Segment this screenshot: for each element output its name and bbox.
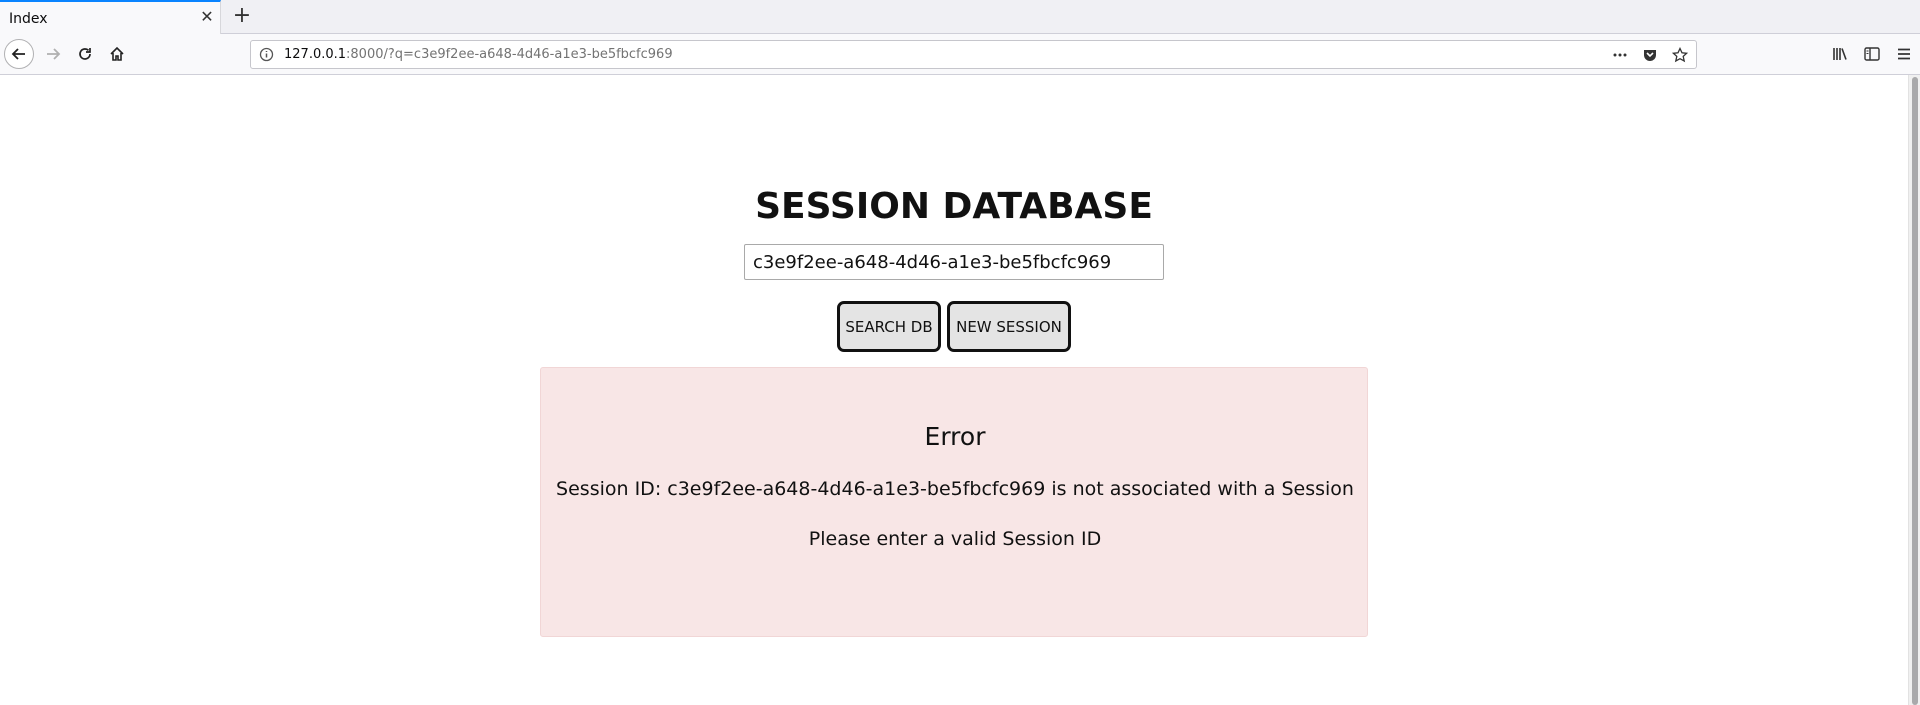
error-hint: Please enter a valid Session ID (808, 528, 1102, 550)
session-id-input[interactable] (744, 244, 1164, 280)
page-title: SESSION DATABASE (755, 186, 1153, 227)
error-heading: Error (924, 422, 986, 451)
url-actions (1610, 45, 1690, 65)
close-tab-icon[interactable]: ✕ (198, 8, 216, 26)
reload-icon[interactable] (70, 39, 100, 69)
url-host: 127.0.0.1 (284, 47, 347, 62)
sidebar-icon[interactable] (1856, 39, 1888, 69)
menu-icon[interactable] (1888, 39, 1920, 69)
error-panel: Error Session ID: c3e9f2ee-a648-4d46-a1e… (540, 367, 1368, 637)
tab-bar: Index ✕ + (0, 0, 1920, 34)
url-path: :8000/?q=c3e9f2ee-a648-4d46-a1e3-be5fbcf… (346, 47, 673, 62)
url-bar[interactable]: 127.0.0.1:8000/?q=c3e9f2ee-a648-4d46-a1e… (250, 40, 1697, 69)
navigation-bar: 127.0.0.1:8000/?q=c3e9f2ee-a648-4d46-a1e… (0, 34, 1920, 75)
pocket-icon[interactable] (1640, 45, 1660, 65)
home-icon[interactable] (102, 39, 132, 69)
scrollbar-thumb[interactable] (1912, 77, 1918, 705)
new-session-button[interactable]: NEW SESSION (947, 301, 1071, 352)
bookmark-star-icon[interactable] (1670, 45, 1690, 65)
tab-title: Index (9, 11, 48, 27)
page-content: SESSION DATABASE SEARCH DB NEW SESSION E… (0, 76, 1908, 705)
toolbar-right (1824, 39, 1920, 69)
error-message: Session ID: c3e9f2ee-a648-4d46-a1e3-be5f… (556, 478, 1354, 500)
more-icon[interactable] (1610, 45, 1630, 65)
vertical-scrollbar[interactable] (1908, 75, 1920, 705)
tab-index[interactable]: Index ✕ (0, 0, 221, 34)
info-icon[interactable] (259, 47, 274, 62)
url-text: 127.0.0.1:8000/?q=c3e9f2ee-a648-4d46-a1e… (284, 47, 673, 62)
back-icon[interactable] (4, 39, 34, 69)
search-db-button[interactable]: SEARCH DB (837, 301, 941, 352)
new-tab-icon[interactable]: + (230, 4, 254, 28)
forward-icon[interactable] (38, 39, 68, 69)
library-icon[interactable] (1824, 39, 1856, 69)
